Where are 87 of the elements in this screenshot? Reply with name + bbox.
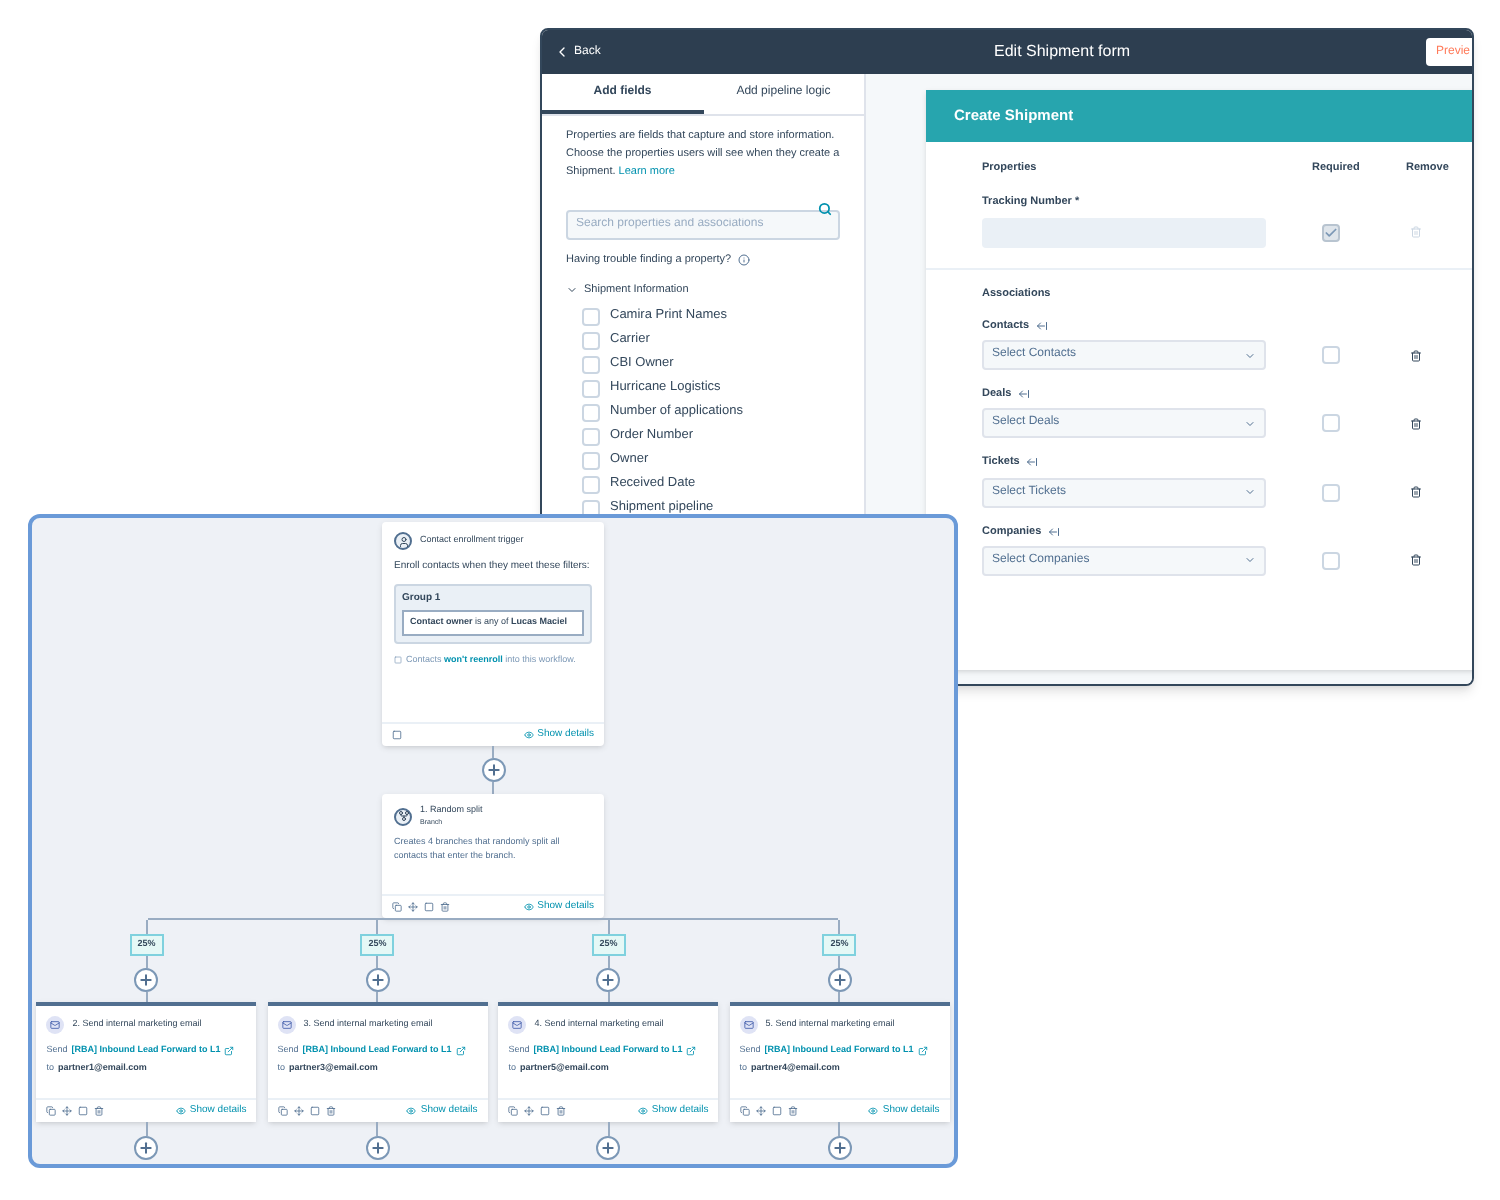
square-icon[interactable] [540, 1105, 551, 1116]
copy-icon[interactable] [508, 1105, 519, 1116]
external-link-icon [917, 1045, 928, 1056]
checkbox[interactable] [1321, 414, 1339, 433]
add-step-button[interactable] [365, 967, 390, 992]
association-icon [1025, 456, 1038, 469]
checkbox[interactable] [1321, 551, 1339, 570]
chevron-left-icon [554, 44, 570, 60]
move-icon[interactable] [293, 1105, 304, 1116]
add-step-button[interactable] [481, 758, 505, 782]
association-icon [1017, 388, 1030, 401]
email-icon [739, 1015, 758, 1034]
email-icon [277, 1015, 296, 1034]
add-step-button[interactable] [827, 1135, 852, 1160]
square-icon[interactable] [424, 902, 434, 912]
eye-icon [406, 1105, 417, 1116]
checkbox[interactable] [1321, 223, 1339, 241]
plus-icon [369, 971, 386, 988]
external-link-icon [686, 1045, 697, 1056]
trash-icon[interactable] [556, 1105, 567, 1116]
checkbox[interactable] [582, 355, 600, 373]
plus-icon [485, 762, 501, 778]
caret-icon [1244, 486, 1256, 498]
checkbox[interactable] [582, 331, 600, 349]
checkbox[interactable] [582, 379, 600, 397]
trash-icon[interactable] [94, 1105, 105, 1116]
add-step-button[interactable] [134, 1135, 159, 1160]
eye-icon [523, 730, 534, 740]
eye-icon [523, 902, 534, 912]
plus-icon [138, 1139, 155, 1156]
email-icon [46, 1015, 65, 1034]
checkbox[interactable] [582, 307, 600, 325]
caret-icon [1244, 349, 1256, 361]
square-icon[interactable] [78, 1105, 89, 1116]
association-icon [1047, 525, 1060, 538]
square-icon [394, 656, 402, 665]
external-link-icon [224, 1045, 235, 1056]
info-icon [737, 254, 750, 267]
square-icon[interactable] [309, 1105, 320, 1116]
plus-icon [369, 1139, 386, 1156]
branch-icon [394, 807, 412, 825]
checkbox[interactable] [1321, 346, 1339, 364]
caret-icon [1244, 554, 1256, 567]
check-icon [1323, 225, 1337, 239]
add-step-button[interactable] [596, 967, 621, 992]
trash-icon[interactable] [1410, 417, 1422, 430]
eye-icon [175, 1105, 186, 1116]
trash-icon[interactable] [325, 1105, 336, 1116]
add-step-button[interactable] [596, 1135, 621, 1160]
copy-icon[interactable] [392, 902, 402, 912]
checkbox[interactable] [582, 475, 600, 493]
trash-icon[interactable] [1410, 554, 1422, 567]
add-step-button[interactable] [365, 1135, 390, 1160]
window-title: Edit Shipment form [992, 40, 1133, 64]
move-icon[interactable] [755, 1105, 766, 1116]
copy-icon[interactable] [739, 1105, 750, 1116]
eye-icon [868, 1105, 879, 1116]
square-icon[interactable] [771, 1105, 782, 1116]
trash-icon[interactable] [1410, 349, 1422, 361]
trash-icon[interactable] [1410, 486, 1422, 498]
square-icon[interactable] [392, 730, 402, 740]
checkbox[interactable] [582, 403, 600, 421]
caret-icon [1244, 417, 1256, 430]
plus-icon [831, 1139, 848, 1156]
add-step-button[interactable] [827, 967, 852, 992]
person-icon [394, 532, 412, 550]
trash-icon[interactable] [440, 902, 450, 912]
plus-icon [600, 1139, 617, 1156]
copy-icon[interactable] [277, 1105, 288, 1116]
plus-icon [138, 971, 155, 988]
checkbox[interactable] [582, 451, 600, 469]
move-icon[interactable] [62, 1105, 73, 1116]
checkbox[interactable] [1321, 483, 1339, 501]
trash-icon[interactable] [787, 1105, 798, 1116]
copy-icon[interactable] [46, 1105, 57, 1116]
external-link-icon [455, 1045, 466, 1056]
search-icon [818, 202, 832, 216]
move-icon[interactable] [524, 1105, 535, 1116]
association-icon [1035, 319, 1048, 332]
eye-icon [637, 1105, 648, 1116]
plus-icon [600, 971, 617, 988]
plus-icon [831, 971, 848, 988]
checkbox[interactable] [582, 427, 600, 445]
email-icon [508, 1015, 527, 1034]
add-step-button[interactable] [134, 967, 159, 992]
chevron-down-icon [566, 284, 578, 297]
move-icon[interactable] [408, 902, 418, 912]
